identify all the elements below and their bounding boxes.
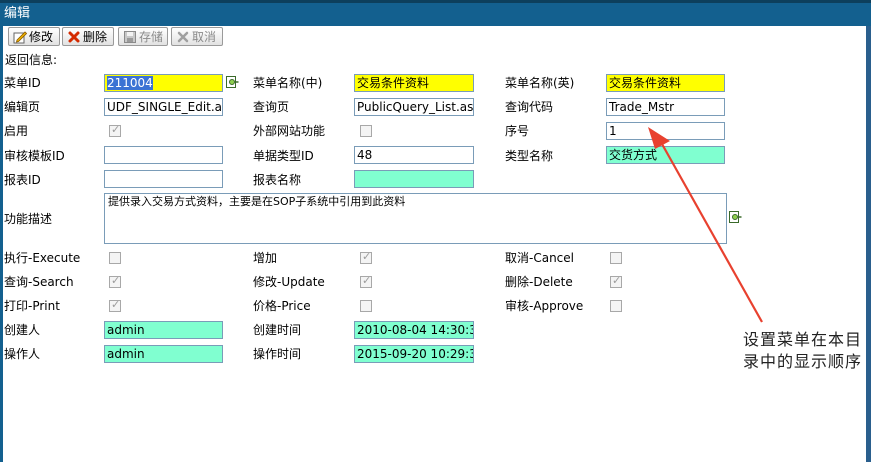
annotation-text: 设置菜单在本目录中的显示顺序 [743,330,863,371]
annotation-arrow [648,127,763,323]
